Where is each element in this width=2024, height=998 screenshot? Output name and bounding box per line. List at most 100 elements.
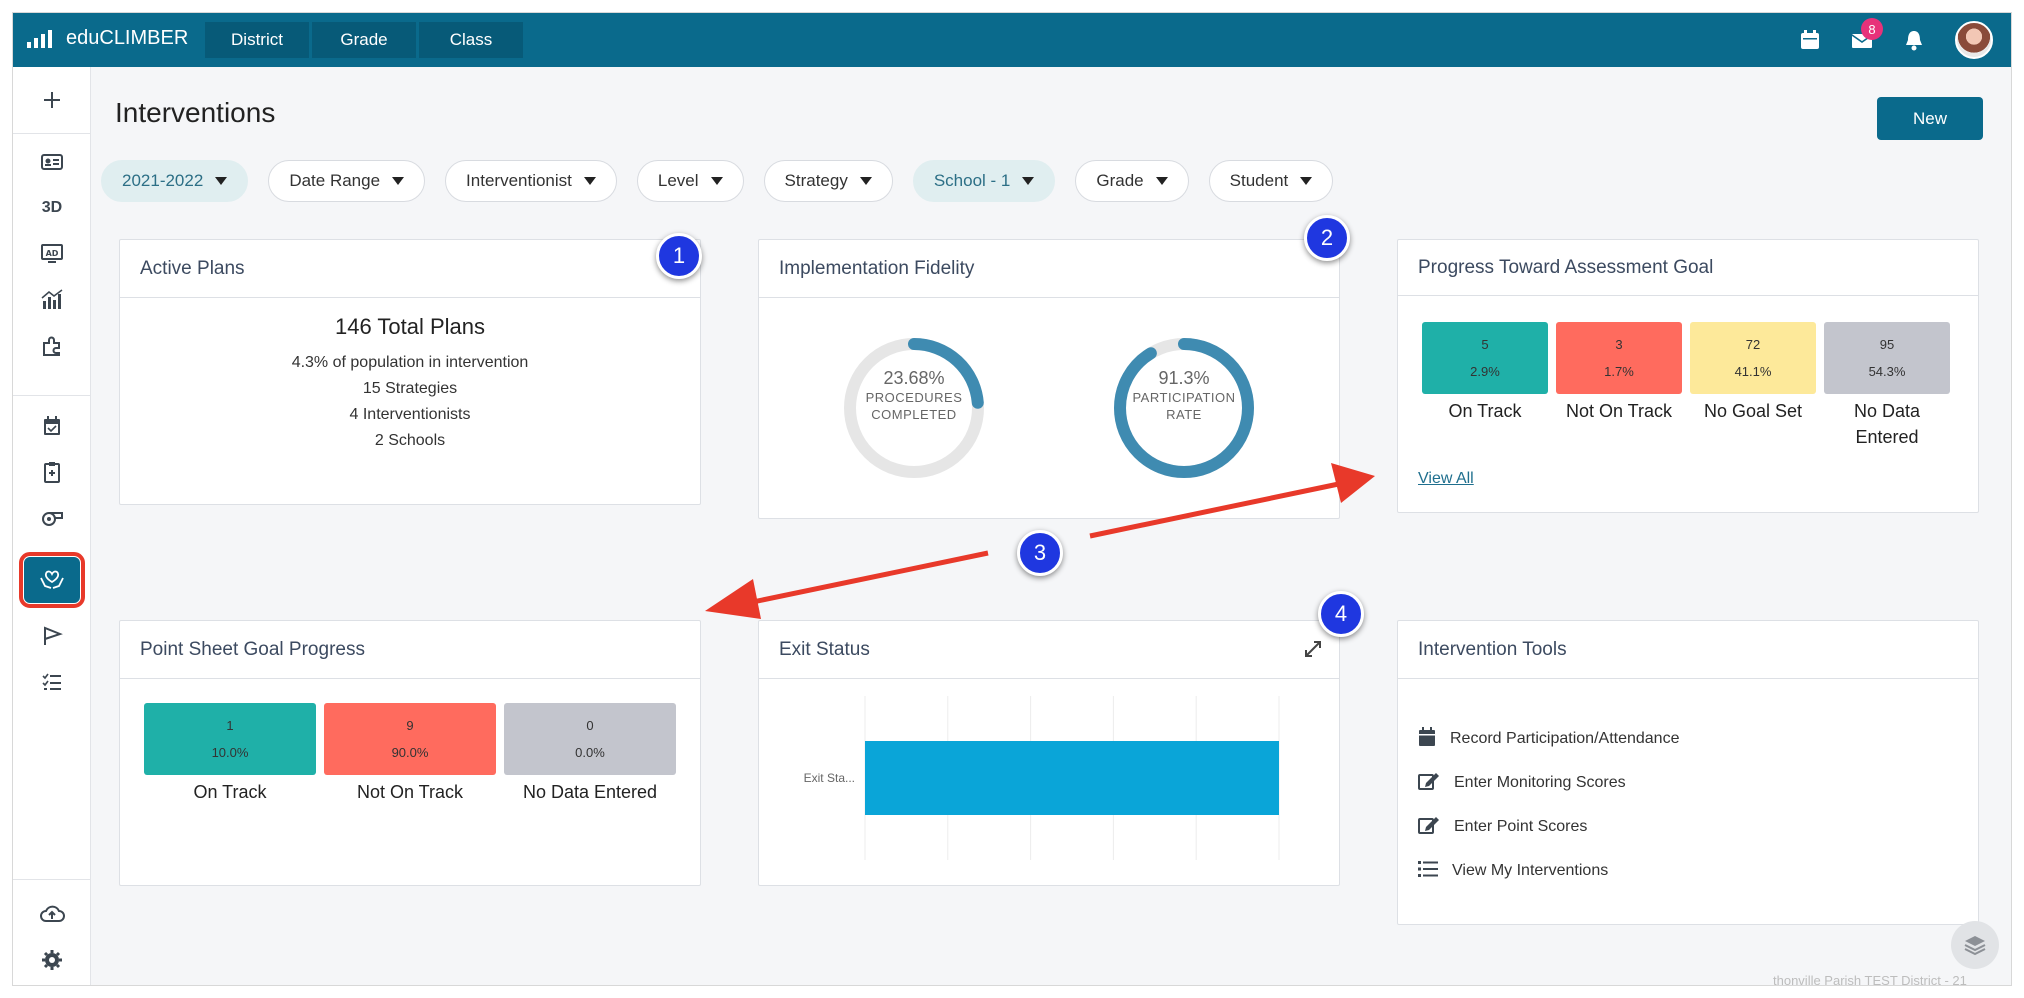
exit-status-chart: Exit Sta...	[804, 696, 1280, 860]
layers-icon[interactable]	[1951, 921, 1999, 969]
edit-icon	[1418, 815, 1440, 840]
exit-status-bar[interactable]	[865, 741, 1279, 815]
calendar-icon	[1418, 726, 1436, 752]
cloud-upload-icon[interactable]	[33, 895, 71, 933]
tile-not-on-track[interactable]: 3 1.7% Not On Track	[1556, 322, 1682, 450]
tile-no-goal-set[interactable]: 72 41.1% No Goal Set	[1690, 322, 1816, 450]
filter-grade[interactable]: Grade	[1075, 160, 1189, 202]
new-button[interactable]: New	[1877, 97, 1983, 140]
tile-on-track[interactable]: 5 2.9% On Track	[1422, 322, 1548, 450]
page-title: Interventions	[115, 97, 276, 128]
top-icons: 8	[1799, 18, 1993, 59]
tile-box: 5 2.9%	[1422, 322, 1548, 394]
tile-not-on-track[interactable]: 9 90.0% Not On Track	[324, 703, 496, 805]
district-footer: thonville Parish TEST District - 21	[1773, 973, 1967, 986]
app-name: eduCLIMBER	[66, 27, 189, 49]
record-participation-link[interactable]: Record Participation/Attendance	[1418, 717, 1978, 761]
analytics-icon[interactable]	[33, 281, 71, 319]
participation-label: 91.3% PARTICIPATION RATE	[1132, 368, 1236, 422]
interventionists-stat: 4 Interventionists	[349, 406, 471, 423]
category-label: Exit Sta...	[804, 771, 855, 785]
edit-icon	[1418, 771, 1440, 796]
assessment-goal-card: Progress Toward Assessment Goal 5 2.9% On…	[1397, 239, 1979, 513]
marker-1: 1	[656, 233, 702, 279]
exit-status-card: Exit Status Exit Sta...	[758, 620, 1340, 886]
intervention-tools-card: Intervention Tools Record Participation/…	[1397, 620, 1979, 925]
caret-down-icon	[215, 177, 228, 185]
filter-school[interactable]: School - 1	[912, 160, 1056, 202]
top-bar: eduCLIMBER District Grade Class 8	[13, 13, 2011, 67]
logo-bars-icon	[27, 29, 52, 48]
filter-student[interactable]: Student	[1208, 160, 1334, 202]
filter-year[interactable]: 2021-2022	[101, 160, 249, 202]
flag-icon[interactable]	[33, 617, 71, 655]
schools-stat: 2 Schools	[374, 432, 446, 449]
puzzle-icon[interactable]	[33, 327, 71, 365]
population-stat: 4.3% of population in intervention	[291, 354, 529, 371]
3d-icon[interactable]: 3D	[33, 189, 71, 227]
tile-box: 1 10.0%	[144, 703, 316, 775]
active-plans-card: Active Plans 146 Total Plans 4.3% of pop…	[119, 239, 701, 505]
strategies-stat: 15 Strategies	[362, 380, 458, 397]
tile-box: 72 41.1%	[1690, 322, 1816, 394]
tab-district[interactable]: District	[205, 22, 309, 58]
ad-icon[interactable]: AD	[33, 235, 71, 273]
clipboard-icon[interactable]	[33, 453, 71, 491]
caret-down-icon	[859, 177, 872, 185]
card-title: Active Plans	[120, 240, 700, 298]
calendar-check-icon[interactable]	[33, 407, 71, 445]
implementation-fidelity-card: Implementation Fidelity 23.68% PROCEDURE…	[758, 239, 1340, 519]
messages-icon[interactable]: 8	[1851, 18, 1883, 51]
view-my-interventions-link[interactable]: View My Interventions	[1418, 849, 1978, 893]
tab-grade[interactable]: Grade	[312, 22, 416, 58]
list-icon	[1418, 860, 1438, 883]
fidelity-donuts	[844, 338, 1254, 478]
brand-logo[interactable]: eduCLIMBER	[27, 27, 188, 50]
caret-down-icon	[1300, 177, 1313, 185]
checklist-icon[interactable]	[33, 663, 71, 701]
card-title: Implementation Fidelity	[759, 240, 1339, 298]
procedures-label: 23.68% PROCEDURES COMPLETED	[865, 368, 963, 422]
assessment-tiles: 5 2.9% On Track 3 1.7% Not On Track 72 41.1…	[1422, 322, 1950, 450]
user-avatar[interactable]	[1955, 21, 1993, 59]
tile-box: 3 1.7%	[1556, 322, 1682, 394]
filter-bar: 2021-2022 Date Range Interventionist Lev…	[101, 160, 1334, 202]
whistle-icon[interactable]	[33, 499, 71, 537]
student-card-icon[interactable]	[33, 143, 71, 181]
tile-on-track[interactable]: 1 10.0% On Track	[144, 703, 316, 805]
enter-monitoring-scores-link[interactable]: Enter Monitoring Scores	[1418, 761, 1978, 805]
svg-text:AD: AD	[46, 249, 59, 258]
tile-no-data-entered[interactable]: 95 54.3% No Data Entered	[1824, 322, 1950, 450]
marker-4: 4	[1318, 591, 1364, 637]
interventions-icon[interactable]	[19, 552, 85, 608]
add-icon[interactable]	[33, 81, 71, 119]
level-tabs: District Grade Class	[205, 22, 523, 58]
caret-down-icon	[1022, 177, 1035, 185]
filter-interventionist[interactable]: Interventionist	[445, 160, 617, 202]
tab-class[interactable]: Class	[419, 22, 523, 58]
tile-box: 9 90.0%	[324, 703, 496, 775]
caret-down-icon	[583, 177, 596, 185]
point-sheet-card: Point Sheet Goal Progress 1 10.0% On Trac…	[119, 620, 701, 886]
arrow-left-line	[747, 550, 989, 606]
expand-icon[interactable]	[1303, 639, 1323, 664]
filter-strategy[interactable]: Strategy	[763, 160, 893, 202]
total-plans: 146 Total Plans	[334, 314, 486, 339]
marker-2: 2	[1304, 215, 1350, 261]
marker-3: 3	[1017, 530, 1063, 576]
settings-icon[interactable]	[33, 941, 71, 979]
card-title: Exit Status	[759, 621, 1339, 679]
filter-level[interactable]: Level	[636, 160, 744, 202]
card-title: Progress Toward Assessment Goal	[1398, 240, 1978, 296]
app-window: eduCLIMBER District Grade Class 8 3D AD …	[12, 12, 2012, 986]
bell-icon[interactable]	[1903, 29, 1925, 51]
filter-date-range[interactable]: Date Range	[268, 160, 426, 202]
notification-badge: 8	[1861, 18, 1883, 40]
tile-box: 0 0.0%	[504, 703, 676, 775]
arrow-left-head	[705, 579, 761, 619]
calendar-icon[interactable]	[1799, 29, 1821, 51]
tile-no-data-entered[interactable]: 0 0.0% No Data Entered	[504, 703, 676, 805]
caret-down-icon	[1155, 177, 1168, 185]
view-all-link[interactable]: View All	[1418, 470, 1474, 488]
enter-point-scores-link[interactable]: Enter Point Scores	[1418, 805, 1978, 849]
